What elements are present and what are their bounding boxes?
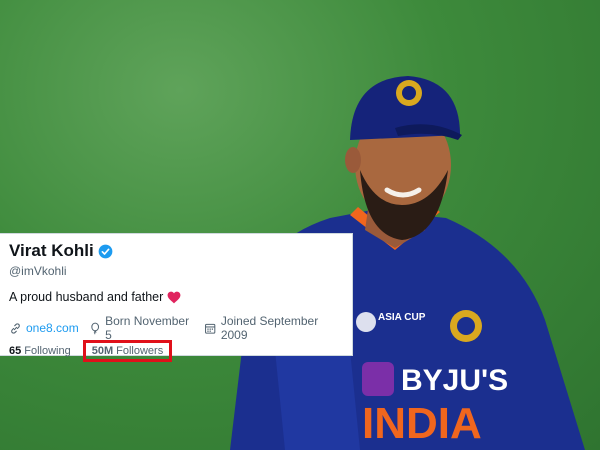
- followers-label: Followers: [116, 345, 164, 357]
- jersey-event-text: ASIA CUP: [378, 312, 426, 323]
- birthday-item: Born November 5: [89, 314, 195, 342]
- link-icon: [11, 322, 20, 334]
- heart-icon: [167, 291, 181, 303]
- profile-name-row: Virat Kohli: [9, 241, 113, 261]
- profile-card: Virat Kohli @imVkohli A proud husband an…: [0, 233, 353, 362]
- calendar-icon: [205, 323, 216, 334]
- user-handle: @imVkohli: [9, 264, 67, 278]
- following-label: Following: [24, 345, 71, 357]
- balloon-icon: [91, 322, 99, 334]
- bio-text: A proud husband and father: [9, 290, 164, 304]
- following-stat[interactable]: 65 Following: [9, 345, 71, 357]
- verified-badge-icon[interactable]: [98, 244, 113, 259]
- following-count: 65: [9, 345, 22, 357]
- joined-item: Joined September 2009: [204, 314, 342, 342]
- background-photo: ASIA CUP BYJU'S INDIA: [0, 0, 600, 450]
- followers-count: 50M: [91, 345, 114, 357]
- website-link[interactable]: one8.com: [26, 321, 79, 335]
- display-name: Virat Kohli: [9, 241, 94, 260]
- profile-bio: A proud husband and father: [9, 290, 181, 304]
- followers-stat[interactable]: 50M Followers: [82, 340, 173, 362]
- profile-meta-row: one8.com Born November 5 Joined Septembe…: [9, 314, 352, 342]
- player-illustration: ASIA CUP BYJU'S INDIA: [230, 76, 585, 450]
- website-item[interactable]: one8.com: [9, 321, 79, 335]
- joined-text: Joined September 2009: [220, 314, 319, 342]
- jersey-country-text: INDIA: [362, 399, 482, 448]
- profile-stats-row: 65 Following 50M Followers: [9, 340, 173, 362]
- birthday-text: Born November 5: [105, 314, 190, 342]
- jersey-brand-text: BYJU'S: [401, 364, 508, 397]
